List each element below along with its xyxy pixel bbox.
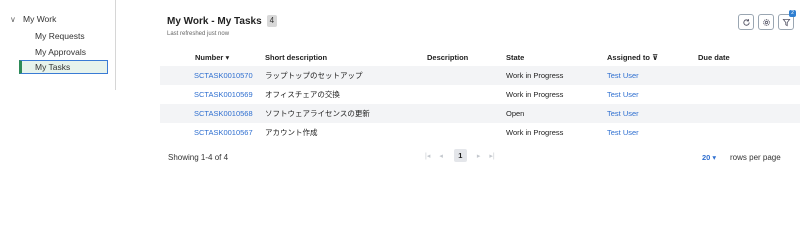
- refresh-button[interactable]: [738, 14, 754, 30]
- last-refreshed-text: Last refreshed just now: [167, 31, 230, 37]
- next-page-button[interactable]: ▸: [477, 152, 481, 160]
- filter-count-badge: 2: [789, 10, 796, 17]
- page-title: My Work - My Tasks: [167, 15, 262, 27]
- left-nav: ∨ My Work My Requests My Approvals My Ta…: [0, 0, 116, 90]
- last-page-button[interactable]: ▸|: [489, 152, 494, 160]
- rows-per-page-select[interactable]: 20 ▾: [702, 153, 716, 162]
- nav-root-my-work[interactable]: ∨ My Work: [10, 14, 56, 24]
- table-row: SCTASK0010569 オフィスチェアの交換 Work in Progres…: [160, 85, 800, 104]
- state-cell: Work in Progress: [506, 128, 564, 137]
- task-number-link[interactable]: SCTASK0010568: [160, 109, 265, 118]
- short-description-cell: ラップトップのセットアップ: [265, 71, 363, 80]
- column-filter-icon[interactable]: ⊽: [652, 53, 658, 62]
- column-header-number-label: Number: [195, 52, 224, 62]
- column-header-number[interactable]: Number ▾: [160, 53, 265, 62]
- column-header-due-date[interactable]: Due date: [698, 53, 798, 62]
- table-row: SCTASK0010568 ソフトウェアライセンスの更新 Open Test U…: [160, 104, 800, 123]
- current-page-button[interactable]: 1: [453, 149, 467, 162]
- column-header-state[interactable]: State: [506, 53, 607, 62]
- table-row: SCTASK0010567 アカウント作成 Work in Progress T…: [160, 123, 800, 142]
- nav-item-my-requests[interactable]: My Requests: [35, 31, 85, 41]
- nav-item-my-tasks[interactable]: My Tasks: [19, 60, 108, 74]
- column-header-short-description[interactable]: Short description: [265, 53, 427, 62]
- tasks-table: Number ▾ Short description Description S…: [160, 48, 800, 142]
- nav-item-my-approvals[interactable]: My Approvals: [35, 47, 86, 57]
- short-description-cell: オフィスチェアの交換: [265, 90, 340, 99]
- showing-count-text: Showing 1-4 of 4: [168, 153, 229, 162]
- assigned-to-link[interactable]: Test User: [607, 71, 698, 80]
- filter-icon: [782, 18, 790, 26]
- gear-icon: [762, 18, 770, 26]
- state-cell: Work in Progress: [506, 90, 564, 99]
- task-number-link[interactable]: SCTASK0010569: [160, 90, 265, 99]
- task-count-badge: 4: [266, 15, 278, 27]
- page-header: My Work - My Tasks 4: [167, 15, 278, 27]
- column-header-assigned-to-label: Assigned to: [607, 52, 650, 62]
- rows-per-page-label: rows per page: [730, 153, 781, 162]
- table-header-row: Number ▾ Short description Description S…: [160, 48, 800, 66]
- assigned-to-link[interactable]: Test User: [607, 90, 698, 99]
- task-number-link[interactable]: SCTASK0010570: [160, 71, 265, 80]
- refresh-icon: [742, 18, 750, 26]
- state-cell: Work in Progress: [506, 71, 564, 80]
- sort-desc-icon: ▾: [225, 52, 230, 62]
- first-page-button[interactable]: |◂: [425, 152, 430, 160]
- short-description-cell: アカウント作成: [265, 128, 318, 137]
- column-header-assigned-to[interactable]: Assigned to ⊽: [607, 53, 698, 62]
- short-description-cell: ソフトウェアライセンスの更新: [265, 109, 370, 118]
- column-header-description[interactable]: Description: [427, 53, 506, 62]
- pagination: |◂ ◂ 1 ▸ ▸|: [425, 149, 504, 162]
- chevron-down-icon: ∨: [10, 14, 16, 24]
- task-number-link[interactable]: SCTASK0010567: [160, 128, 265, 137]
- state-cell: Open: [506, 109, 525, 118]
- prev-page-button[interactable]: ◂: [439, 152, 443, 160]
- settings-button[interactable]: [758, 14, 774, 30]
- assigned-to-link[interactable]: Test User: [607, 128, 698, 137]
- table-row: SCTASK0010570 ラップトップのセットアップ Work in Prog…: [160, 66, 800, 85]
- assigned-to-link[interactable]: Test User: [607, 109, 698, 118]
- nav-root-label: My Work: [23, 14, 57, 24]
- filter-button[interactable]: 2: [778, 10, 796, 30]
